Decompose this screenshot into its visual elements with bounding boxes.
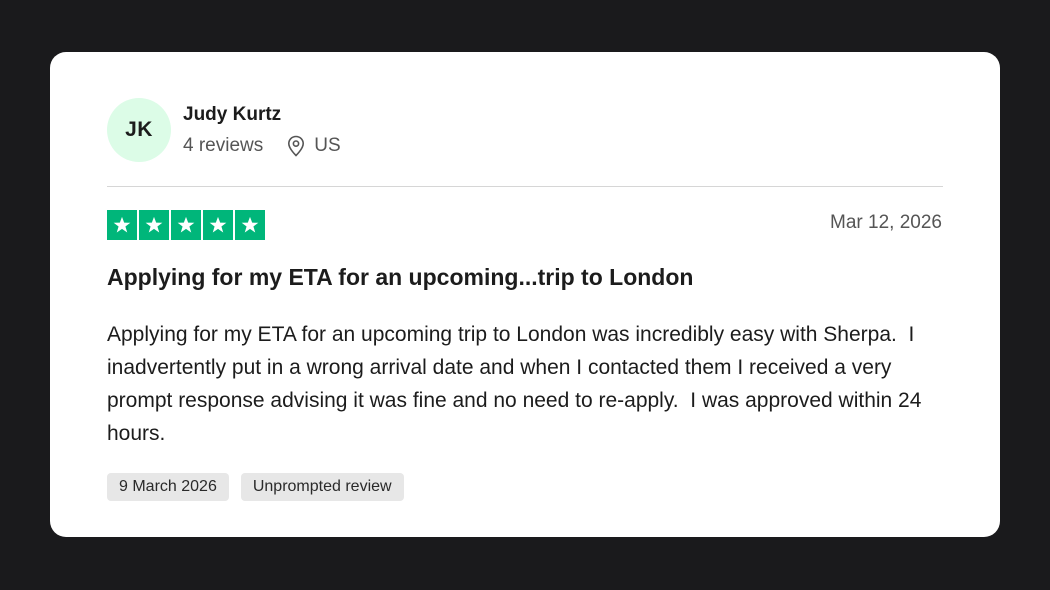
review-body: Applying for my ETA for an upcoming trip…: [107, 323, 928, 445]
avatar[interactable]: JK: [107, 98, 171, 162]
reviewer-name[interactable]: Judy Kurtz: [183, 103, 341, 127]
star-icon: [235, 210, 265, 240]
reviewer-info: Judy Kurtz 4 reviews US: [183, 103, 341, 157]
reviewer-location: US: [287, 135, 341, 157]
star-icon: [139, 210, 169, 240]
reviewer-meta: 4 reviews US: [183, 135, 341, 157]
star-icon: [107, 210, 137, 240]
reviewer-country: US: [314, 135, 341, 156]
star-icon: [171, 210, 201, 240]
star-icon: [203, 210, 233, 240]
review-card: JK Judy Kurtz 4 reviews US Mar 12, 2026: [50, 52, 1000, 537]
review-title[interactable]: Applying for my ETA for an upcoming...tr…: [107, 264, 693, 291]
experience-date-tag: 9 March 2026: [107, 473, 229, 501]
review-date: Mar 12, 2026: [830, 212, 942, 233]
reviewer-header: JK Judy Kurtz 4 reviews US: [107, 98, 341, 162]
divider: [107, 186, 943, 187]
review-tags: 9 March 2026 Unprompted review: [107, 473, 416, 501]
map-pin-icon: [287, 135, 305, 157]
review-type-tag[interactable]: Unprompted review: [240, 473, 404, 501]
review-count: 4 reviews: [183, 135, 264, 156]
star-rating: [107, 210, 267, 240]
